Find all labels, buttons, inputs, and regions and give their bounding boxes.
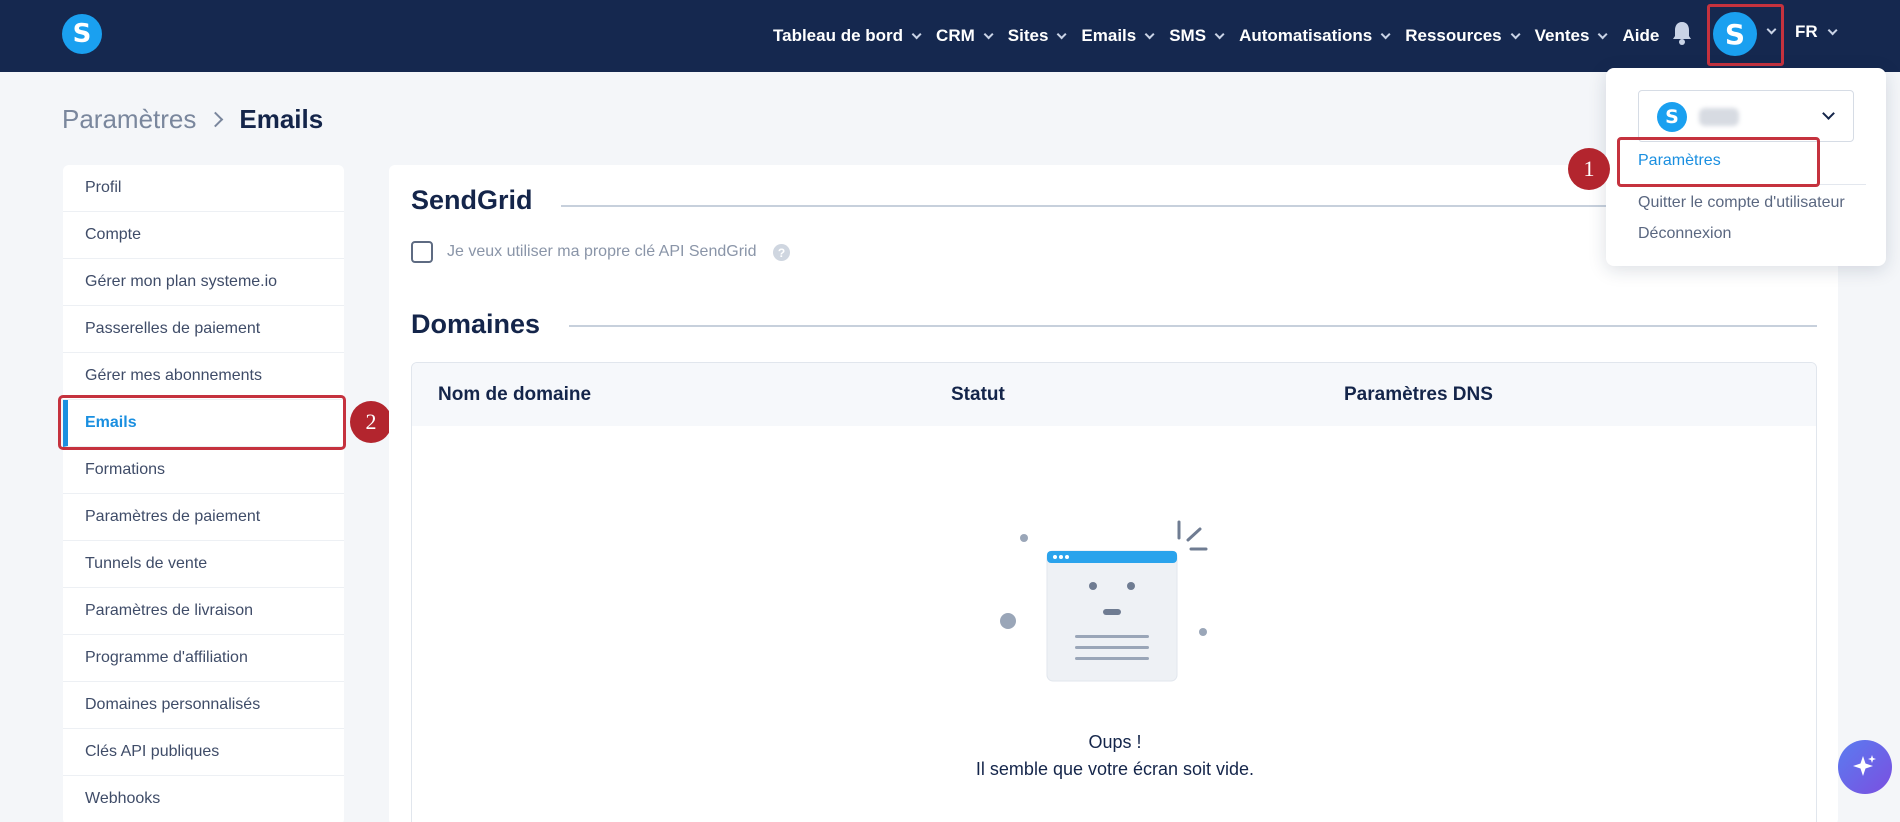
sidebar-item-abonnements[interactable]: Gérer mes abonnements xyxy=(63,353,344,400)
nav-label: Ventes xyxy=(1534,26,1590,45)
sidebar-item-profil[interactable]: Profil xyxy=(63,165,344,212)
column-header-domain: Nom de domaine xyxy=(438,384,592,405)
nav-label: Sites xyxy=(1007,26,1049,45)
breadcrumb-parent[interactable]: Paramètres xyxy=(62,104,196,135)
language-label: FR xyxy=(1795,22,1818,41)
nav-label: CRM xyxy=(936,26,975,45)
sendgrid-title: SendGrid xyxy=(411,185,533,215)
chevron-down-icon xyxy=(1380,28,1391,39)
chevron-down-icon xyxy=(983,28,994,39)
nav-item-tableau-de-bord[interactable]: Tableau de bord xyxy=(773,26,922,46)
domains-table: Nom de domaine Statut Paramètres DNS Oup… xyxy=(411,362,1817,822)
sidebar-item-livraison[interactable]: Paramètres de livraison xyxy=(63,588,344,635)
ai-assistant-button[interactable] xyxy=(1838,740,1892,794)
nav-label: Ressources xyxy=(1405,26,1502,45)
nav-item-automatisations[interactable]: Automatisations xyxy=(1239,26,1391,46)
chevron-down-icon xyxy=(1510,28,1521,39)
sidebar-item-passerelles[interactable]: Passerelles de paiement xyxy=(63,306,344,353)
breadcrumb-current: Emails xyxy=(239,104,324,134)
sidebar-item-affiliation[interactable]: Programme d'affiliation xyxy=(63,635,344,682)
sidebar-item-webhooks[interactable]: Webhooks xyxy=(63,776,344,822)
nav-label: Tableau de bord xyxy=(773,26,904,45)
sidebar-item-plan[interactable]: Gérer mon plan systeme.io xyxy=(63,259,344,306)
empty-state-message: Il semble que votre écran soit vide. xyxy=(975,759,1255,779)
annotation-highlight-avatar xyxy=(1707,4,1784,66)
chevron-down-icon xyxy=(1144,28,1155,39)
chevron-down-icon xyxy=(1598,28,1609,39)
section-divider xyxy=(569,325,1817,327)
sparkle-icon xyxy=(1853,755,1876,776)
annotation-highlight-parametres xyxy=(1617,137,1820,187)
annotation-highlight-emails xyxy=(58,395,346,450)
sidebar-item-tunnels[interactable]: Tunnels de vente xyxy=(63,541,344,588)
domaines-title: Domaines xyxy=(411,309,541,339)
sidebar-item-domaines[interactable]: Domaines personnalisés xyxy=(63,682,344,729)
account-name-blurred xyxy=(1699,108,1739,126)
table-header: Nom de domaine Statut Paramètres DNS xyxy=(412,363,1816,426)
nav-item-aide[interactable]: Aide xyxy=(1622,26,1659,46)
empty-state-title: Oups ! xyxy=(1088,732,1142,752)
chevron-down-icon xyxy=(1057,28,1067,39)
sidebar-item-parametres-paiement[interactable]: Paramètres de paiement xyxy=(63,494,344,541)
annotation-step-1: 1 xyxy=(1568,148,1610,190)
nav-item-crm[interactable]: CRM xyxy=(936,26,994,46)
account-logo: S xyxy=(1657,102,1687,132)
breadcrumb: Paramètres Emails xyxy=(62,104,323,135)
nav-label: Automatisations xyxy=(1239,26,1373,45)
empty-state-illustration xyxy=(1000,520,1208,682)
nav-item-sms[interactable]: SMS xyxy=(1169,26,1225,46)
sidebar-item-formations[interactable]: Formations xyxy=(63,447,344,494)
main-nav: Tableau de bord CRM Sites Emails SMS Aut… xyxy=(773,0,1677,72)
nav-label: Emails xyxy=(1081,26,1137,45)
nav-item-sites[interactable]: Sites xyxy=(1007,26,1067,46)
nav-item-ventes[interactable]: Ventes xyxy=(1534,26,1609,46)
chevron-down-icon xyxy=(1822,107,1835,120)
nav-label: SMS xyxy=(1169,26,1207,45)
bell-icon[interactable] xyxy=(1671,20,1693,46)
annotation-step-2: 2 xyxy=(350,401,392,443)
sendgrid-api-checkbox[interactable] xyxy=(411,241,433,263)
language-selector[interactable]: FR xyxy=(1795,22,1838,42)
chevron-right-icon xyxy=(208,111,224,128)
column-header-dns: Paramètres DNS xyxy=(1344,384,1493,405)
nav-item-ressources[interactable]: Ressources xyxy=(1405,26,1521,46)
nav-item-emails[interactable]: Emails xyxy=(1081,26,1155,46)
nav-label: Aide xyxy=(1622,26,1660,45)
help-icon[interactable]: ? xyxy=(773,244,790,261)
account-selector[interactable]: S xyxy=(1638,90,1854,142)
settings-sidebar: Profil Compte Gérer mon plan systeme.io … xyxy=(63,165,344,822)
column-header-status: Statut xyxy=(951,384,1005,405)
menu-item-deconnexion[interactable]: Déconnexion xyxy=(1638,225,1731,243)
chevron-down-icon xyxy=(1214,28,1225,39)
menu-item-quitter-compte[interactable]: Quitter le compte d'utilisateur xyxy=(1638,194,1845,212)
top-navigation-bar: S Tableau de bord CRM Sites Emails SMS A… xyxy=(0,0,1900,72)
sidebar-item-cles-api[interactable]: Clés API publiques xyxy=(63,729,344,776)
chevron-down-icon xyxy=(911,28,922,39)
sidebar-item-compte[interactable]: Compte xyxy=(63,212,344,259)
chevron-down-icon xyxy=(1827,24,1838,35)
sendgrid-checkbox-label[interactable]: Je veux utiliser ma propre clé API SendG… xyxy=(447,243,756,261)
systeme-logo[interactable]: S xyxy=(62,14,102,54)
